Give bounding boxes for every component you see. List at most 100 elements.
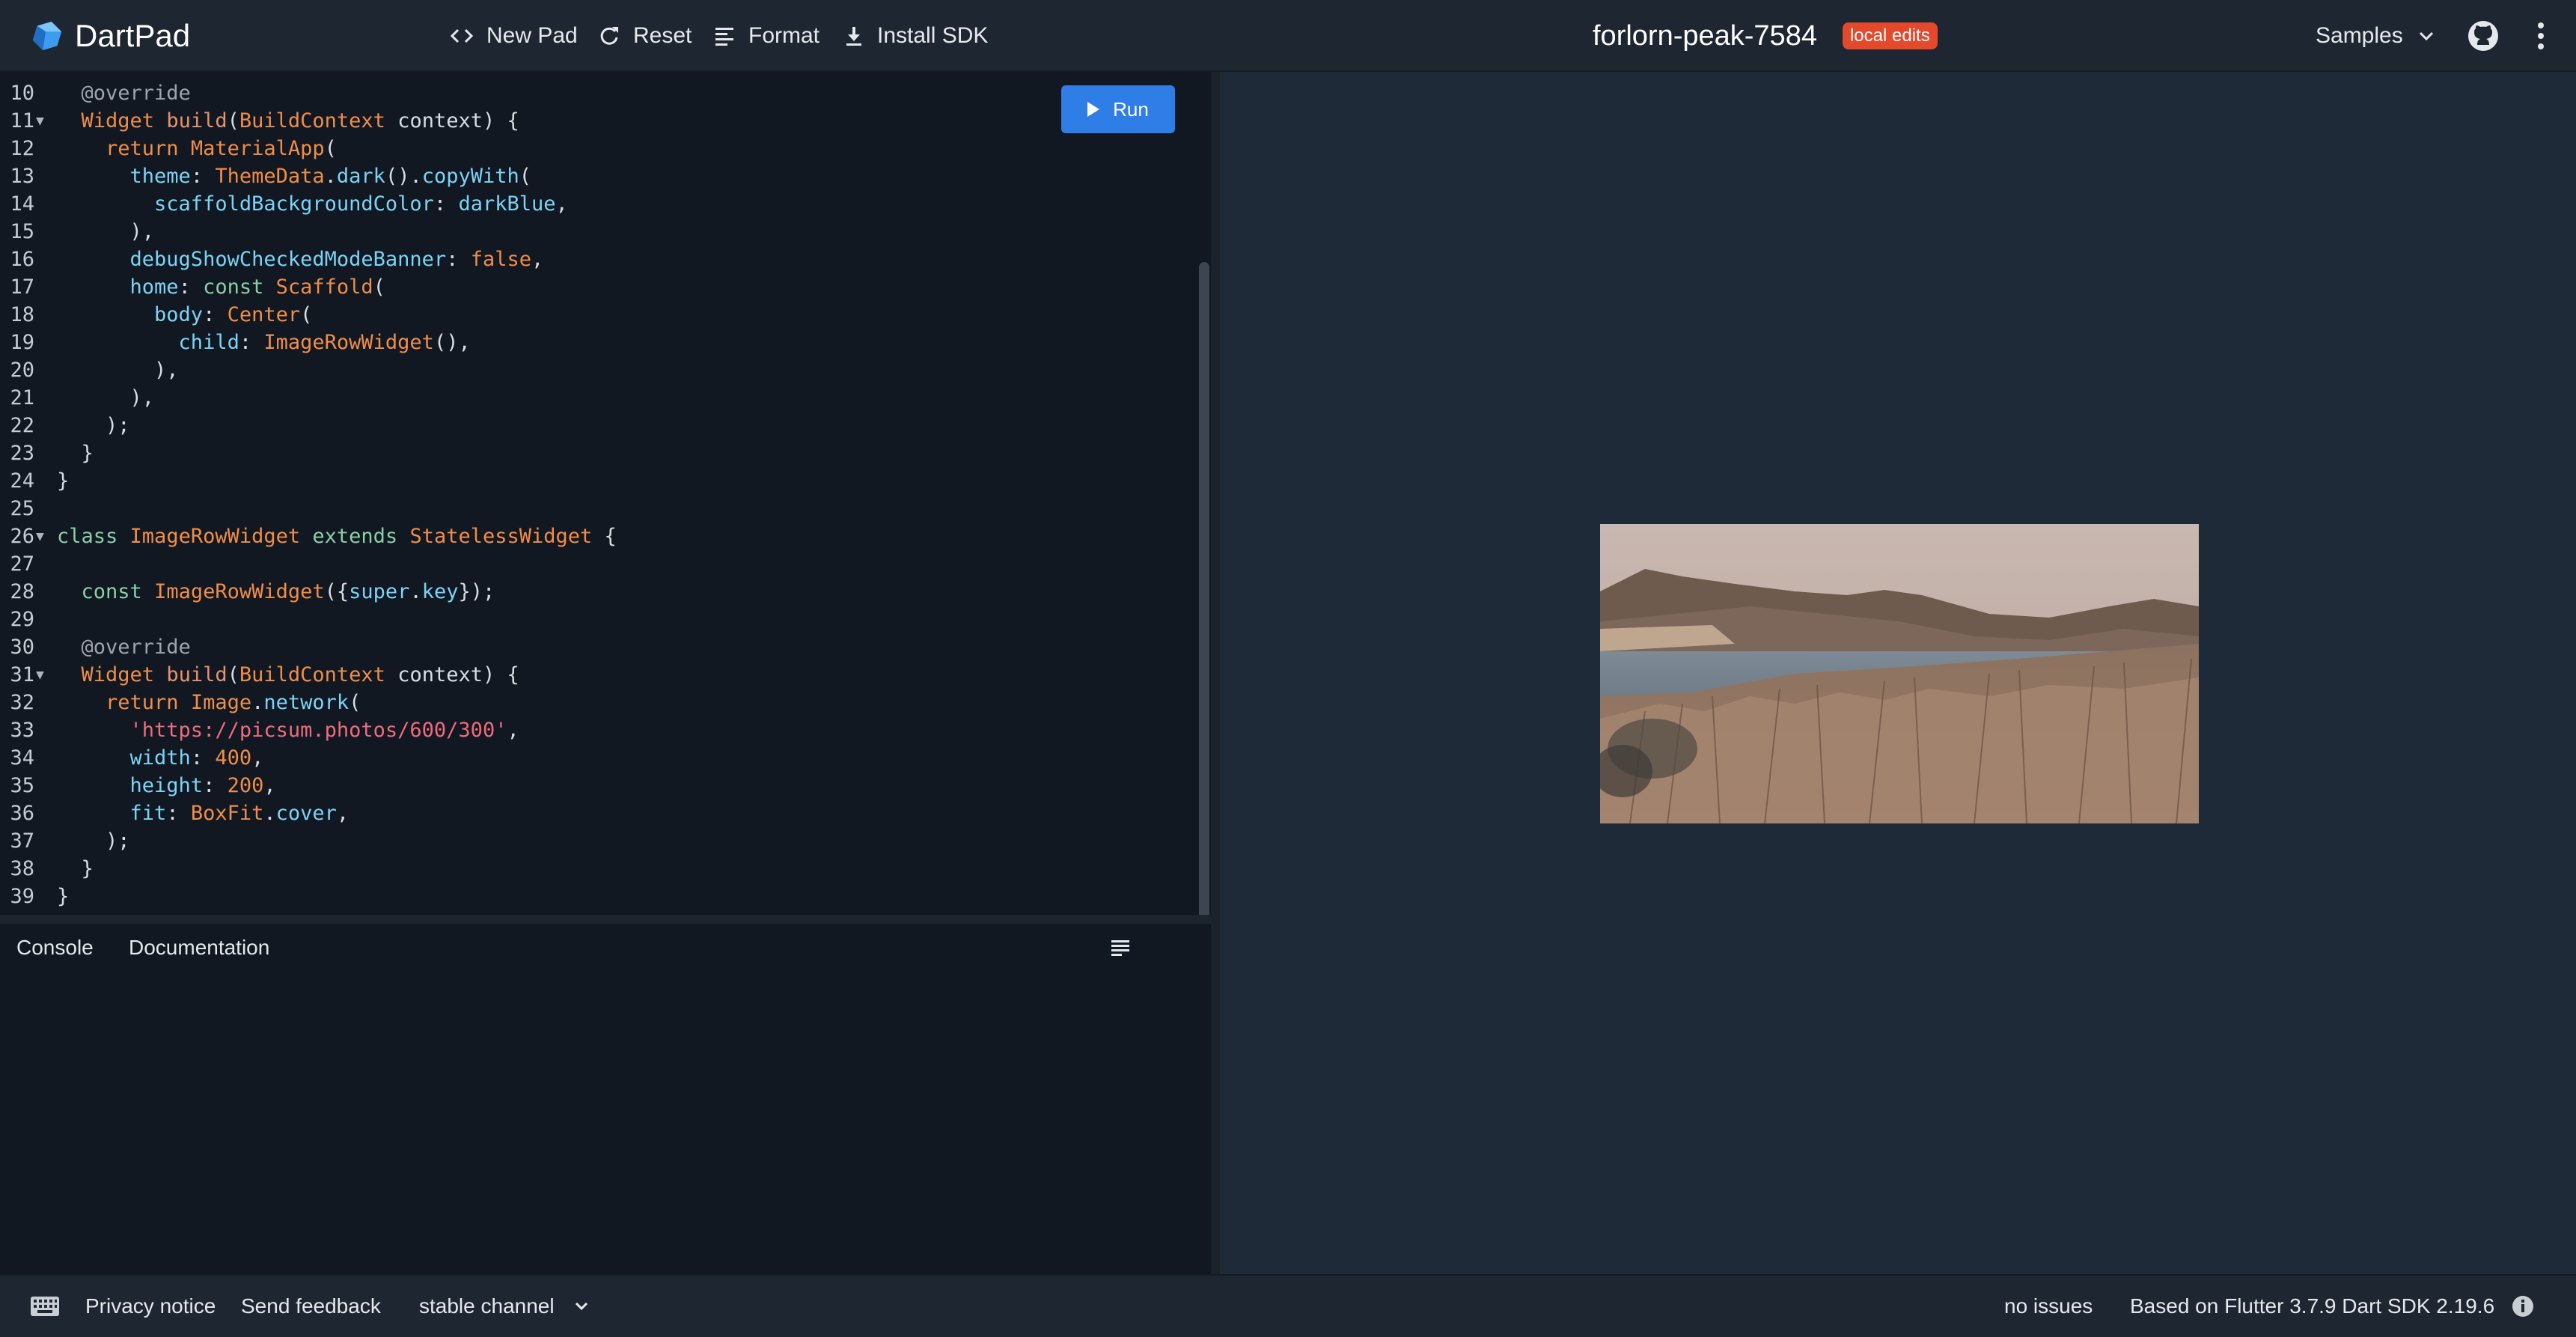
- new-pad-button[interactable]: New Pad: [451, 0, 578, 72]
- run-label: Run: [1113, 97, 1149, 121]
- pad-title-group: forlorn-peak-7584 local edits: [1593, 0, 1938, 72]
- line-number: 35: [10, 774, 34, 797]
- line-number: 33: [10, 719, 34, 742]
- line-number: 28: [10, 580, 34, 603]
- code-token: :: [166, 802, 191, 825]
- line-source: @override: [57, 79, 191, 107]
- app-header: DartPad New Pad Reset Format Install SDK…: [0, 0, 2576, 72]
- line-source: }: [57, 467, 69, 495]
- channel-dropdown[interactable]: stable channel: [419, 1276, 589, 1337]
- code-token: .: [409, 580, 422, 603]
- code-token: build: [166, 663, 228, 686]
- run-button[interactable]: Run: [1061, 85, 1175, 133]
- reset-label: Reset: [633, 23, 692, 48]
- line-number: 19: [10, 331, 34, 354]
- reset-button[interactable]: Reset: [599, 0, 692, 72]
- code-token: extends: [312, 525, 398, 548]
- line-source: @override: [57, 633, 191, 661]
- partial-line-top: [0, 72, 569, 79]
- line-number: 32: [10, 691, 34, 714]
- code-token: ,: [251, 746, 264, 770]
- landscape-photo: [1600, 524, 2199, 823]
- chevron-down-icon: [574, 1302, 589, 1311]
- fold-toggle-icon[interactable]: ▼: [36, 107, 44, 135]
- code-token: context) {: [385, 109, 519, 133]
- code-token: BuildContext: [239, 109, 385, 133]
- code-token: 400: [215, 746, 252, 770]
- line-number: 22: [10, 414, 34, 437]
- code-token: ,: [555, 192, 568, 216]
- refresh-icon: [599, 25, 620, 46]
- code-token: (: [300, 303, 313, 326]
- panel-divider[interactable]: [1211, 72, 1220, 1274]
- code-token: body: [57, 303, 204, 326]
- line-source: Widget build(BuildContext context) {: [57, 661, 519, 689]
- code-token: false: [470, 248, 531, 271]
- chevron-down-icon: [2418, 31, 2435, 41]
- editor-console-splitter[interactable]: [0, 915, 1211, 924]
- status-badge: local edits: [1842, 22, 1938, 49]
- tab-console[interactable]: Console: [16, 936, 94, 960]
- code-token: :: [433, 192, 459, 216]
- line-source: fit: BoxFit.cover,: [57, 800, 350, 827]
- code-token: cover: [275, 802, 337, 825]
- install-sdk-label: Install SDK: [877, 23, 989, 48]
- code-token: Center: [227, 303, 301, 326]
- code-token: Scaffold: [275, 275, 373, 299]
- line-number: 34: [10, 746, 34, 770]
- code-token: :: [190, 165, 216, 188]
- code-token: BuildContext: [239, 663, 385, 686]
- line-source: theme: ThemeData.dark().copyWith(: [57, 162, 532, 190]
- channel-label: stable channel: [419, 1294, 555, 1318]
- samples-dropdown[interactable]: Samples: [2316, 0, 2435, 72]
- code-token: (: [519, 165, 532, 188]
- install-sdk-button[interactable]: Install SDK: [844, 0, 988, 72]
- new-pad-label: New Pad: [486, 23, 578, 48]
- code-token: debugShowCheckedModeBanner: [57, 248, 447, 271]
- line-source: ),: [57, 356, 179, 384]
- code-token: {: [592, 525, 617, 548]
- brand[interactable]: DartPad: [30, 0, 190, 72]
- line-number: 39: [10, 885, 34, 908]
- line-source: }: [57, 883, 69, 910]
- line-number: 12: [10, 137, 34, 160]
- code-token: Widget: [57, 663, 155, 686]
- code-token: ,: [263, 774, 276, 797]
- keyboard-icon[interactable]: [30, 1276, 60, 1337]
- line-source: scaffoldBackgroundColor: darkBlue,: [57, 190, 568, 218]
- more-vert-icon[interactable]: [2537, 0, 2545, 72]
- code-token: ,: [507, 719, 519, 742]
- code-brackets-icon: [451, 27, 473, 45]
- github-icon[interactable]: [2467, 0, 2500, 72]
- line-number: 25: [10, 497, 34, 520]
- code-token: @override: [57, 82, 191, 105]
- code-token: const: [203, 275, 264, 299]
- line-number: 26: [10, 525, 34, 548]
- fold-toggle-icon[interactable]: ▼: [36, 523, 44, 550]
- pad-title[interactable]: forlorn-peak-7584: [1593, 20, 1817, 52]
- code-token: ().: [385, 165, 422, 188]
- code-token: MaterialApp: [190, 137, 325, 160]
- tab-documentation[interactable]: Documentation: [129, 936, 269, 960]
- code-token: (: [373, 275, 385, 299]
- editor-scrollbar[interactable]: [1199, 262, 1209, 915]
- code-editor[interactable]: 10 @override 11 ▼ Widget build(BuildContex…: [0, 72, 1211, 915]
- code-token: (: [227, 109, 239, 133]
- line-number: 10: [10, 82, 34, 105]
- clear-console-icon[interactable]: [1111, 939, 1130, 960]
- info-icon[interactable]: [2512, 1276, 2534, 1337]
- line-number: 20: [10, 359, 34, 382]
- code-token: theme: [57, 165, 191, 188]
- privacy-notice-link[interactable]: Privacy notice: [85, 1276, 216, 1337]
- fold-toggle-icon[interactable]: ▼: [36, 661, 44, 689]
- dart-logo-icon: [32, 21, 62, 51]
- line-source: }: [57, 439, 94, 467]
- code-token: .: [263, 802, 276, 825]
- issues-status[interactable]: no issues: [2004, 1276, 2093, 1337]
- code-token: fit: [57, 802, 167, 825]
- send-feedback-link[interactable]: Send feedback: [241, 1276, 381, 1337]
- line-number: 24: [10, 469, 34, 493]
- format-button[interactable]: Format: [714, 0, 820, 72]
